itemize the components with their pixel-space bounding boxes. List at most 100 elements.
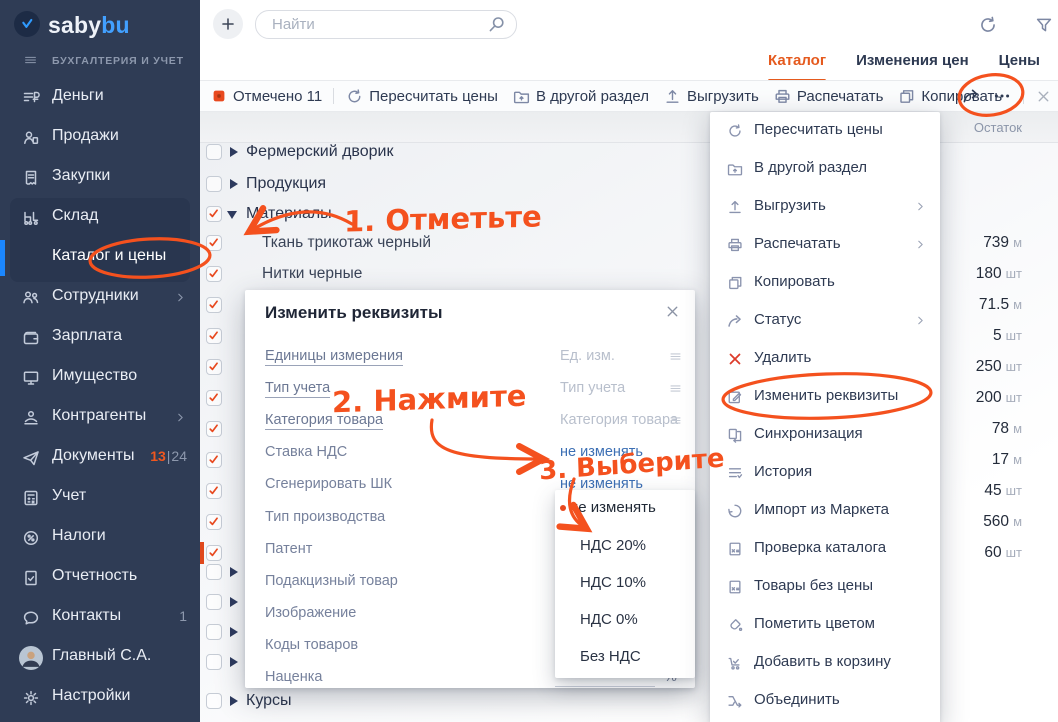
vat-option-5[interactable]: Без НДС (555, 642, 695, 672)
sidebar-item-warehouse[interactable]: Склад (0, 198, 200, 238)
menu-item-10[interactable]: История (710, 454, 940, 492)
sidebar-item-reports[interactable]: Отчетность (0, 558, 200, 598)
field-placeholder[interactable]: Тип учета (560, 380, 625, 396)
row-checkbox[interactable] (206, 235, 222, 251)
expand-triangle-icon[interactable] (230, 567, 238, 577)
row-checkbox[interactable] (206, 390, 222, 406)
field-placeholder[interactable]: Категория товара (560, 412, 678, 428)
drag-handle-icon[interactable] (668, 349, 683, 364)
menu-item-8[interactable]: Изменить реквизиты (710, 378, 940, 416)
folder-row[interactable]: Материалы (200, 201, 740, 227)
saby-logo-text[interactable]: sabybu (48, 12, 130, 39)
field-input-underline[interactable] (555, 686, 655, 687)
status-arrow-icon[interactable] (961, 86, 981, 106)
row-checkbox[interactable] (206, 176, 222, 192)
expand-triangle-icon[interactable] (230, 657, 238, 667)
item-name[interactable]: Нитки черные (262, 265, 362, 283)
sidebar-item-employees[interactable]: Сотрудники (0, 278, 200, 318)
folder-row[interactable]: Курсы (200, 688, 500, 714)
sidebar-item-accounting[interactable]: Учет (0, 478, 200, 518)
menu-item-3[interactable]: Выгрузить (710, 188, 940, 226)
expand-triangle-icon[interactable] (230, 597, 238, 607)
folder-row[interactable]: Фермерский дворик (200, 139, 740, 165)
selected-counter[interactable]: Отмечено 11 (210, 87, 322, 105)
vat-option-2[interactable]: НДС 20% (555, 531, 695, 561)
expand-triangle-icon[interactable] (230, 147, 238, 157)
field-label[interactable]: Единицы измерения (265, 348, 403, 366)
sidebar-item-purchases[interactable]: Закупки (0, 158, 200, 198)
workspace-label[interactable]: БУХГАЛТЕРИЯ И УЧЕТ (52, 55, 184, 67)
saby-logo-icon[interactable] (14, 11, 40, 37)
sidebar-item-documents[interactable]: Документы13|24 (0, 438, 200, 478)
row-checkbox[interactable] (206, 452, 222, 468)
menu-item-14[interactable]: Пометить цветом (710, 606, 940, 644)
row-checkbox[interactable] (206, 359, 222, 375)
tab-catalog[interactable]: Каталог (768, 50, 826, 76)
sidebar-item-taxes[interactable]: Налоги (0, 518, 200, 558)
row-checkbox[interactable] (206, 266, 222, 282)
folder-name[interactable]: Курсы (246, 692, 292, 710)
modal-close-icon[interactable] (664, 303, 681, 320)
search-input[interactable] (270, 13, 464, 36)
row-checkbox[interactable] (206, 421, 222, 437)
menu-item-11[interactable]: Импорт из Маркета (710, 492, 940, 530)
add-button[interactable] (213, 9, 243, 39)
collapse-triangle-icon[interactable] (227, 211, 237, 219)
folder-row[interactable]: Продукция (200, 171, 740, 197)
row-checkbox[interactable] (206, 297, 222, 313)
sidebar-item-contacts[interactable]: Контакты1 (0, 598, 200, 638)
vat-option-4[interactable]: НДС 0% (555, 605, 695, 635)
menu-icon[interactable] (22, 53, 39, 67)
sidebar-item-user[interactable]: Главный С.А. (0, 638, 200, 678)
sidebar-item-property[interactable]: Имущество (0, 358, 200, 398)
row-checkbox[interactable] (206, 624, 222, 640)
field-placeholder[interactable]: Ед. изм. (560, 348, 615, 364)
search-box[interactable] (255, 10, 517, 39)
row-checkbox[interactable] (206, 564, 222, 580)
tab-prices[interactable]: Цены (999, 50, 1040, 76)
field-value-link[interactable]: не изменять (560, 444, 643, 460)
folder-name[interactable]: Материалы (246, 205, 332, 223)
row-checkbox[interactable] (206, 144, 222, 160)
menu-item-12[interactable]: Проверка каталога (710, 530, 940, 568)
folder-name[interactable]: Фермерский дворик (246, 143, 393, 161)
toolbar-action-refresh[interactable]: Пересчитать цены (345, 87, 498, 106)
sidebar-item-salary[interactable]: Зарплата (0, 318, 200, 358)
row-checkbox[interactable] (206, 654, 222, 670)
menu-item-9[interactable]: Синхронизация (710, 416, 940, 454)
row-checkbox[interactable] (206, 594, 222, 610)
expand-triangle-icon[interactable] (230, 179, 238, 189)
menu-item-13[interactable]: Товары без цены (710, 568, 940, 606)
row-checkbox[interactable] (206, 328, 222, 344)
drag-handle-icon[interactable] (668, 413, 683, 428)
sidebar-item-contractors[interactable]: Контрагенты (0, 398, 200, 438)
refresh-icon[interactable] (977, 14, 999, 36)
sidebar-item-sales[interactable]: Продажи (0, 118, 200, 158)
menu-item-16[interactable]: Объединить (710, 682, 940, 720)
menu-item-2[interactable]: В другой раздел (710, 150, 940, 188)
item-name[interactable]: Ткань трикотаж черный (262, 234, 431, 252)
tab-price-changes[interactable]: Изменения цен (856, 50, 969, 76)
menu-item-15[interactable]: Добавить в корзину (710, 644, 940, 682)
folder-name[interactable]: Продукция (246, 175, 326, 193)
toolbar-action-upload[interactable]: Выгрузить (663, 87, 759, 106)
row-checkbox[interactable] (206, 514, 222, 530)
field-label[interactable]: Категория товара (265, 412, 383, 430)
menu-item-6[interactable]: Статус (710, 302, 940, 340)
more-actions-icon[interactable] (992, 86, 1012, 106)
menu-item-7[interactable]: Удалить (710, 340, 940, 378)
sidebar-item-money[interactable]: Деньги (0, 78, 200, 118)
menu-item-1[interactable]: Пересчитать цены (710, 112, 940, 150)
expand-triangle-icon[interactable] (230, 696, 238, 706)
close-selection-icon[interactable] (1035, 88, 1052, 105)
toolbar-action-printer[interactable]: Распечатать (773, 87, 884, 106)
toolbar-action-folder[interactable]: В другой раздел (512, 87, 649, 106)
vat-option-3[interactable]: НДС 10% (555, 568, 695, 598)
field-label[interactable]: Тип учета (265, 380, 330, 398)
search-icon[interactable] (487, 14, 507, 34)
row-checkbox[interactable] (206, 483, 222, 499)
sidebar-item-settings[interactable]: Настройки (0, 678, 200, 718)
sidebar-item-catalog[interactable]: Каталог и цены (0, 238, 200, 278)
menu-item-4[interactable]: Распечатать (710, 226, 940, 264)
row-checkbox[interactable] (206, 206, 222, 222)
